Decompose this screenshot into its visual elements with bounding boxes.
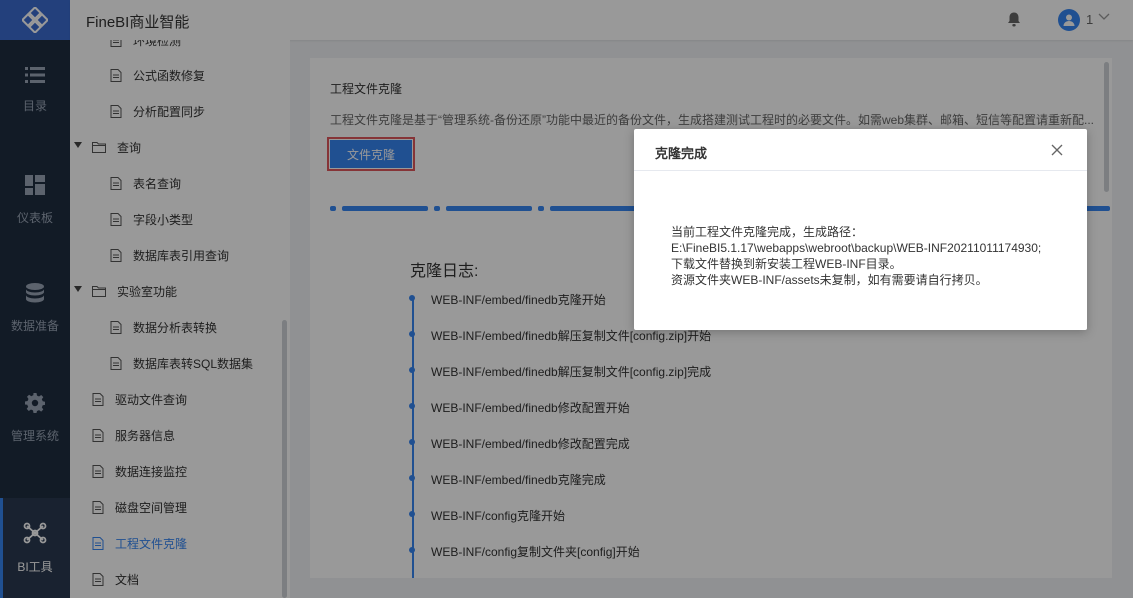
dialog-line: 下载文件替换到新安装工程WEB-INF目录。 — [671, 257, 902, 271]
dialog-line: E:\FineBI5.1.17\webapps\webroot\backup\W… — [671, 241, 1042, 255]
dialog-message: 当前工程文件克隆完成，生成路径： E:\FineBI5.1.17\webapps… — [671, 224, 1041, 288]
dialog-title: 克隆完成 — [655, 146, 708, 161]
dialog-header: 克隆完成 — [634, 129, 1087, 171]
dialog-line: 当前工程文件克隆完成，生成路径： — [671, 225, 864, 239]
close-icon[interactable] — [1050, 143, 1064, 157]
dialog-line: 资源文件夹WEB-INF/assets未复制，如有需要请自行拷贝。 — [671, 273, 988, 287]
clone-complete-dialog: 克隆完成 当前工程文件克隆完成，生成路径： E:\FineBI5.1.17\we… — [634, 129, 1087, 330]
